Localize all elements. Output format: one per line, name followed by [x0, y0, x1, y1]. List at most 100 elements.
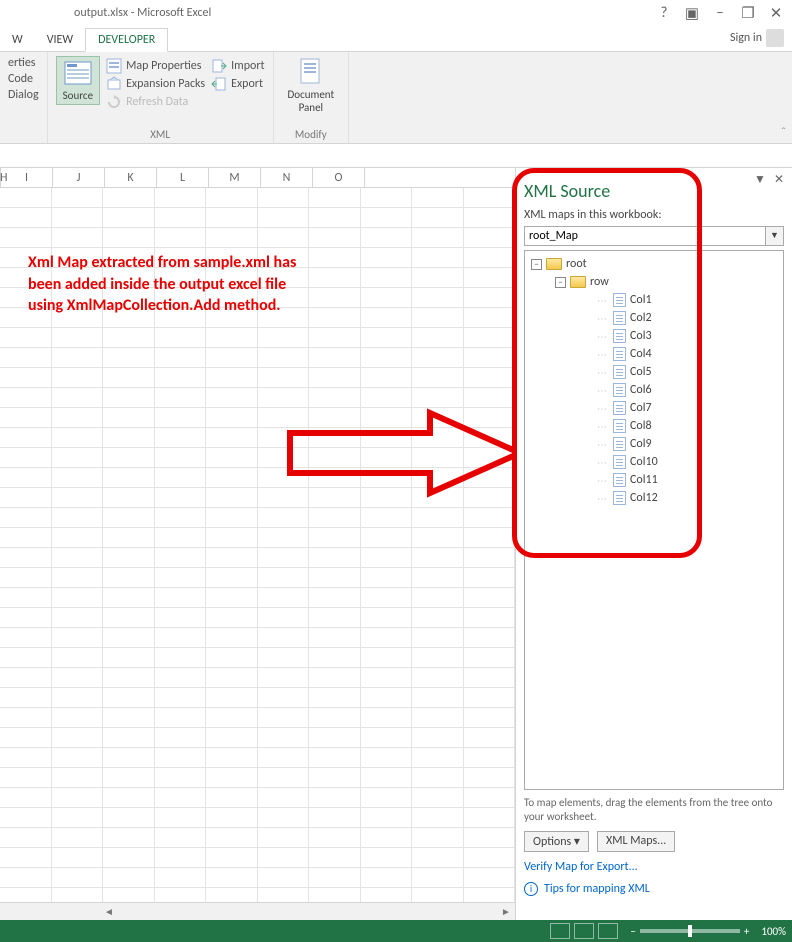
table-row[interactable]: [0, 608, 515, 628]
table-row[interactable]: [0, 188, 515, 208]
restore-icon[interactable]: ❐: [738, 4, 758, 23]
tree-leaf[interactable]: ⋯Col8: [527, 417, 781, 435]
table-row[interactable]: [0, 548, 515, 568]
properties-item[interactable]: erties: [8, 56, 39, 70]
table-row[interactable]: [0, 768, 515, 788]
tree-leaf[interactable]: ⋯Col4: [527, 345, 781, 363]
table-row[interactable]: [0, 348, 515, 368]
help-icon[interactable]: ?: [654, 4, 674, 22]
column-header[interactable]: O: [313, 168, 365, 187]
tree-node-root[interactable]: − root: [527, 255, 781, 273]
table-row[interactable]: [0, 748, 515, 768]
collapse-ribbon-icon[interactable]: ˆ: [781, 126, 786, 140]
minimize-icon[interactable]: –: [710, 4, 730, 22]
horizontal-scrollbar[interactable]: ◄ ►: [0, 902, 515, 920]
formula-bar: [0, 144, 792, 168]
column-header[interactable]: I: [1, 168, 53, 187]
view-buttons[interactable]: [544, 923, 624, 939]
tree-leaf[interactable]: ⋯Col12: [527, 489, 781, 507]
expand-icon[interactable]: −: [555, 277, 566, 288]
document-panel-button[interactable]: Document Panel: [282, 56, 341, 116]
options-button[interactable]: Options ▾: [524, 831, 589, 852]
tree-leaf[interactable]: ⋯Col11: [527, 471, 781, 489]
scroll-right-icon[interactable]: ►: [497, 904, 515, 920]
xml-maps-button[interactable]: XML Maps...: [597, 831, 675, 852]
table-row[interactable]: [0, 588, 515, 608]
map-select-input[interactable]: [524, 226, 766, 246]
source-button[interactable]: Source: [56, 56, 100, 105]
tree-leaf[interactable]: ⋯Col10: [527, 453, 781, 471]
table-row[interactable]: [0, 848, 515, 868]
zoom-level[interactable]: 100%: [755, 925, 792, 938]
tab-partial[interactable]: W: [0, 29, 35, 51]
tree-leaf[interactable]: ⋯Col6: [527, 381, 781, 399]
map-properties-item[interactable]: Map Properties: [106, 58, 205, 74]
table-row[interactable]: [0, 528, 515, 548]
table-row[interactable]: [0, 328, 515, 348]
table-row[interactable]: [0, 808, 515, 828]
column-header[interactable]: N: [261, 168, 313, 187]
tree-leaf[interactable]: ⋯Col9: [527, 435, 781, 453]
page-break-view-icon[interactable]: [598, 923, 618, 939]
table-row[interactable]: [0, 508, 515, 528]
view-code-item[interactable]: Code: [8, 72, 39, 86]
pane-options-icon[interactable]: ▼: [754, 172, 766, 187]
table-row[interactable]: [0, 648, 515, 668]
column-header[interactable]: K: [105, 168, 157, 187]
export-item[interactable]: Export: [211, 76, 264, 92]
worksheet[interactable]: HIJKLMNO Xml Map extracted from sample.x…: [0, 168, 516, 920]
ribbon-group-code: erties Code Dialog: [0, 52, 48, 143]
element-icon: [613, 347, 626, 361]
ribbon-display-icon[interactable]: ▣: [682, 4, 702, 23]
element-icon: [613, 473, 626, 487]
tab-view[interactable]: VIEW: [35, 29, 85, 51]
xml-tree[interactable]: − root − row ⋯Col1⋯Col2⋯Col3⋯Col4⋯Col5⋯C…: [524, 250, 784, 790]
table-row[interactable]: [0, 788, 515, 808]
table-row[interactable]: [0, 708, 515, 728]
map-select[interactable]: ▼: [524, 226, 784, 246]
tree-leaf[interactable]: ⋯Col7: [527, 399, 781, 417]
table-row[interactable]: [0, 368, 515, 388]
table-row[interactable]: [0, 868, 515, 888]
table-row[interactable]: [0, 828, 515, 848]
normal-view-icon[interactable]: [550, 923, 570, 939]
tree-leaf[interactable]: ⋯Col5: [527, 363, 781, 381]
tips-link[interactable]: i Tips for mapping XML: [524, 882, 784, 896]
tab-developer[interactable]: DEVELOPER: [85, 28, 168, 52]
table-row[interactable]: [0, 568, 515, 588]
tree-leaf[interactable]: ⋯Col1: [527, 291, 781, 309]
expand-icon[interactable]: −: [531, 259, 542, 270]
table-row[interactable]: [0, 668, 515, 688]
document-panel-icon: [297, 58, 325, 86]
scroll-track[interactable]: [118, 904, 497, 920]
column-header[interactable]: L: [157, 168, 209, 187]
page-layout-view-icon[interactable]: [574, 923, 594, 939]
close-icon[interactable]: ✕: [766, 4, 786, 23]
expansion-packs-item[interactable]: Expansion Packs: [106, 76, 205, 92]
sign-in[interactable]: Sign in: [722, 25, 792, 51]
table-row[interactable]: [0, 728, 515, 748]
ribbon: erties Code Dialog Source Map Properties…: [0, 52, 792, 144]
import-icon: [211, 58, 227, 74]
zoom-in-icon[interactable]: +: [744, 925, 749, 938]
scroll-left-icon[interactable]: ◄: [100, 904, 118, 920]
zoom-out-icon[interactable]: −: [630, 925, 635, 938]
dropdown-icon[interactable]: ▼: [766, 226, 784, 246]
column-header[interactable]: J: [53, 168, 105, 187]
zoom-slider[interactable]: [640, 929, 740, 933]
run-dialog-item[interactable]: Dialog: [8, 88, 39, 102]
column-header[interactable]: M: [209, 168, 261, 187]
table-row[interactable]: [0, 688, 515, 708]
group-label-modify: Modify: [295, 128, 327, 141]
zoom-controls[interactable]: − +: [624, 925, 755, 938]
table-row[interactable]: [0, 388, 515, 408]
tree-leaf[interactable]: ⋯Col3: [527, 327, 781, 345]
tree-node-row[interactable]: − row: [527, 273, 781, 291]
table-row[interactable]: [0, 628, 515, 648]
pane-close-icon[interactable]: ✕: [774, 172, 784, 187]
verify-link[interactable]: Verify Map for Export...: [524, 860, 784, 874]
import-item[interactable]: Import: [211, 58, 264, 74]
table-row[interactable]: [0, 208, 515, 228]
tree-leaf[interactable]: ⋯Col2: [527, 309, 781, 327]
table-row[interactable]: [0, 228, 515, 248]
